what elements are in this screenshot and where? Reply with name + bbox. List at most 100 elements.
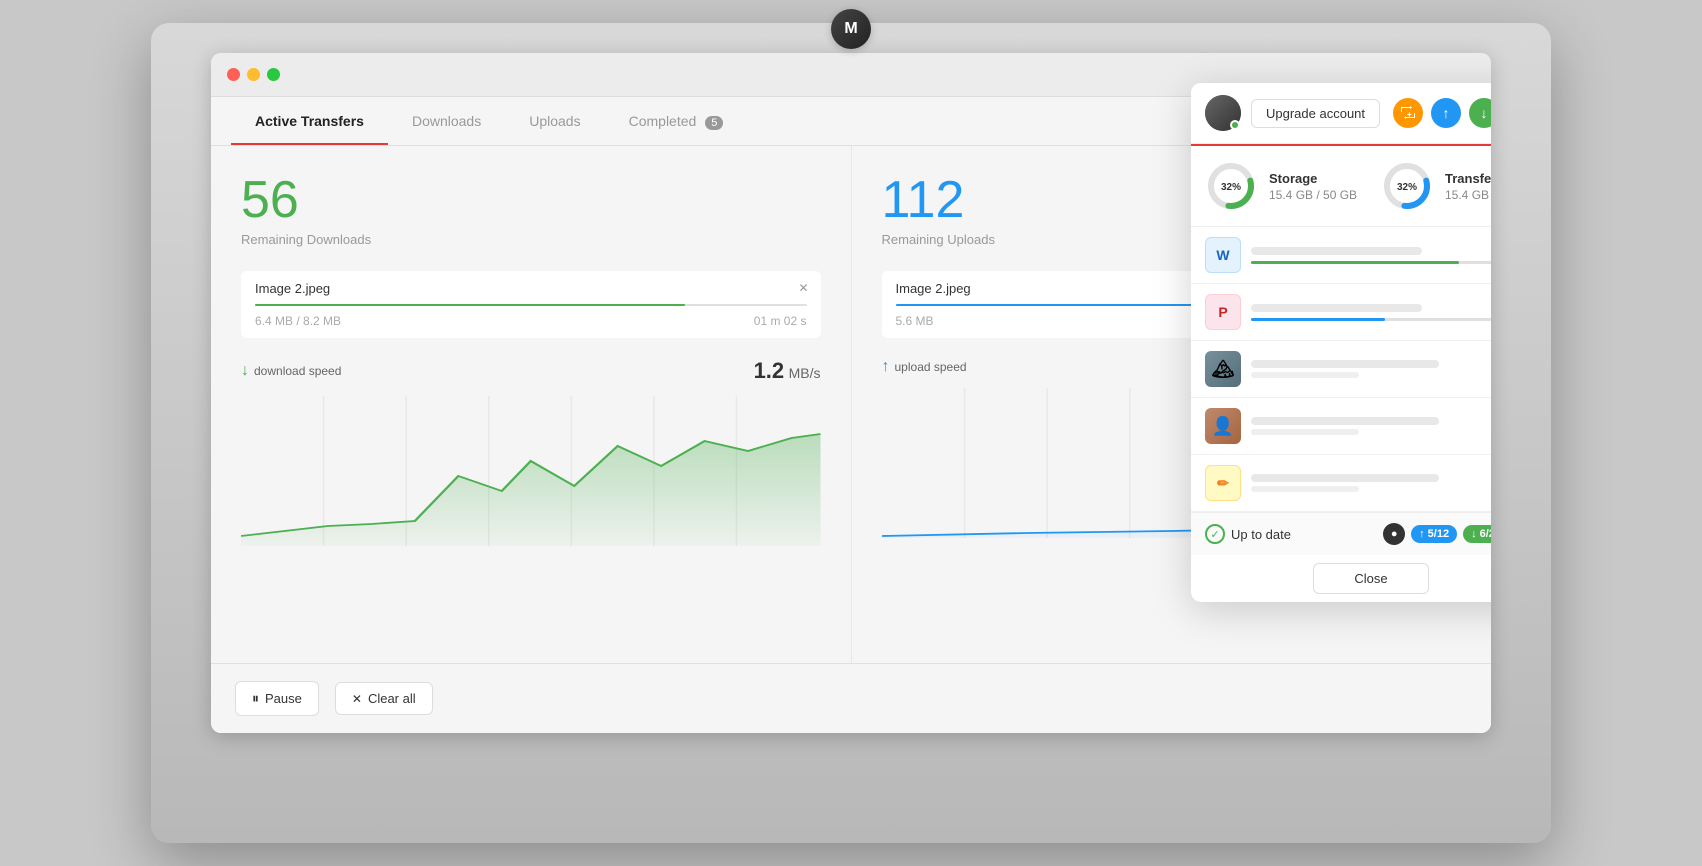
speed-header: ↓ download speed 1.2 MB/s	[241, 358, 821, 384]
upload-speed-label: ↑ upload speed	[882, 358, 967, 376]
transfer-donut: 32%	[1381, 160, 1433, 212]
download-icon-btn[interactable]: ↓	[1469, 98, 1491, 128]
storage-values: 15.4 GB / 50 GB	[1269, 188, 1357, 202]
row-sub-bar	[1251, 372, 1359, 378]
transfer-row: P ↑ 00:	[1191, 284, 1491, 341]
user-icon: ●	[1383, 523, 1405, 545]
pause-label: Pause	[265, 691, 302, 706]
row-sub-bar	[1251, 429, 1359, 435]
traffic-lights	[227, 68, 280, 81]
photo2-file-icon: 👤	[1205, 408, 1241, 444]
popup-header: Upgrade account + ↑ ↓ ⋯	[1191, 83, 1491, 144]
online-indicator	[1230, 120, 1240, 130]
row-name-bar	[1251, 247, 1422, 255]
tab-completed[interactable]: Completed 5	[605, 97, 748, 145]
transfer-values: 15.4 GB / 50	[1445, 188, 1491, 202]
upgrade-account-button[interactable]: Upgrade account	[1251, 99, 1380, 128]
status-label: Up to date	[1231, 527, 1291, 542]
transfer-label: Transfer	[1445, 171, 1491, 186]
mega-popup: Upgrade account + ↑ ↓ ⋯	[1191, 83, 1491, 602]
row-info	[1251, 417, 1491, 435]
download-arrow: ↓	[1471, 528, 1477, 540]
app-window: Active Transfers Downloads Uploads Compl…	[211, 53, 1491, 733]
storage-donut: 32%	[1205, 160, 1257, 212]
speed-display: 1.2 MB/s	[754, 358, 821, 384]
row-info	[1251, 304, 1491, 321]
avatar	[1205, 95, 1241, 131]
photo1-file-icon: 🏔	[1205, 351, 1241, 387]
upload-arrow: ↑	[1419, 528, 1425, 540]
close-icon: ✕	[352, 692, 362, 706]
check-circle-icon: ✓	[1205, 524, 1225, 544]
transfer-list: W ↓ 00: P	[1191, 227, 1491, 512]
maximize-button[interactable]	[267, 68, 280, 81]
pause-icon: ⏸	[252, 690, 259, 707]
bottom-bar: ⏸ Pause ✕ Clear all	[211, 663, 1491, 733]
download-size: 6.4 MB / 8.2 MB	[255, 314, 341, 328]
download-filename: Image 2.jpeg	[255, 281, 807, 296]
tab-uploads[interactable]: Uploads	[505, 97, 604, 145]
storage-info: Storage 15.4 GB / 50 GB	[1269, 171, 1357, 202]
tab-downloads[interactable]: Downloads	[388, 97, 505, 145]
remaining-downloads-count: 56	[241, 174, 821, 226]
download-progress-fill	[255, 304, 685, 306]
upload-progress-fill	[896, 304, 1227, 306]
popup-header-left: Upgrade account	[1205, 95, 1380, 131]
download-speed-section: ↓ download speed 1.2 MB/s	[241, 358, 821, 546]
minimize-button[interactable]	[247, 68, 260, 81]
svg-text:+: +	[1407, 110, 1412, 119]
speed-label: ↓ download speed	[241, 362, 341, 380]
row-progress-bar	[1251, 318, 1491, 321]
pencil-file-icon: ✏	[1205, 465, 1241, 501]
pdf-file-icon: P	[1205, 294, 1241, 330]
upload-badge: ↑ 5/12	[1411, 525, 1457, 543]
close-area: Close	[1191, 555, 1491, 602]
row-name-bar	[1251, 360, 1439, 368]
download-chart	[241, 396, 821, 546]
pause-button[interactable]: ⏸ Pause	[235, 681, 319, 716]
row-progress-bar	[1251, 261, 1491, 264]
download-meta: 6.4 MB / 8.2 MB 01 m 02 s	[255, 314, 807, 328]
clear-label: Clear all	[368, 691, 416, 706]
row-name-bar	[1251, 304, 1422, 312]
top-avatar: M	[831, 9, 871, 49]
transfer-row: 🏔 ↓	[1191, 341, 1491, 398]
tab-active-transfers[interactable]: Active Transfers	[231, 97, 388, 145]
row-name-bar	[1251, 474, 1439, 482]
transfer-row: W ↓ 00:	[1191, 227, 1491, 284]
svg-text:32%: 32%	[1221, 182, 1241, 193]
upload-icon-btn[interactable]: ↑	[1431, 98, 1461, 128]
download-badge: ↓ 6/21	[1463, 525, 1491, 543]
row-name-bar	[1251, 417, 1439, 425]
footer-badges: ● ↑ 5/12 ↓ 6/21 ⏸	[1383, 523, 1491, 545]
add-sync-icon-btn[interactable]: +	[1393, 98, 1423, 128]
storage-item: 32% Storage 15.4 GB / 50 GB	[1205, 160, 1361, 212]
row-info	[1251, 247, 1491, 264]
download-transfer-item: Image 2.jpeg ✕ 6.4 MB / 8.2 MB 01 m 02 s	[241, 271, 821, 338]
transfer-info: Transfer 15.4 GB / 50	[1445, 171, 1491, 202]
close-button[interactable]	[227, 68, 240, 81]
transfer-row: 👤 ↓	[1191, 398, 1491, 455]
upload-size: 5.6 MB	[896, 314, 934, 328]
close-button[interactable]: Close	[1313, 563, 1428, 594]
row-sub-bar	[1251, 486, 1359, 492]
speed-unit: MB/s	[789, 365, 821, 381]
row-progress-fill	[1251, 318, 1385, 321]
row-progress-fill	[1251, 261, 1459, 264]
storage-section: 32% Storage 15.4 GB / 50 GB 32%	[1191, 146, 1491, 227]
download-progress-bar	[255, 304, 807, 306]
completed-badge: 5	[705, 116, 723, 130]
popup-footer: ✓ Up to date ● ↑ 5/12 ↓ 6/21 ⏸	[1191, 512, 1491, 555]
download-time: 01 m 02 s	[754, 314, 807, 328]
remaining-downloads-label: Remaining Downloads	[241, 232, 821, 247]
transfer-row: ✏ ↑	[1191, 455, 1491, 512]
row-info	[1251, 360, 1491, 378]
clear-all-button[interactable]: ✕ Clear all	[335, 682, 433, 715]
popup-toolbar: + ↑ ↓ ⋯	[1393, 98, 1491, 128]
status-check: ✓ Up to date	[1205, 524, 1291, 544]
storage-label: Storage	[1269, 171, 1357, 186]
word-file-icon: W	[1205, 237, 1241, 273]
transfer-quota-item: 32% Transfer 15.4 GB / 50	[1381, 160, 1491, 212]
download-close-icon[interactable]: ✕	[798, 281, 808, 295]
svg-text:32%: 32%	[1397, 182, 1417, 193]
